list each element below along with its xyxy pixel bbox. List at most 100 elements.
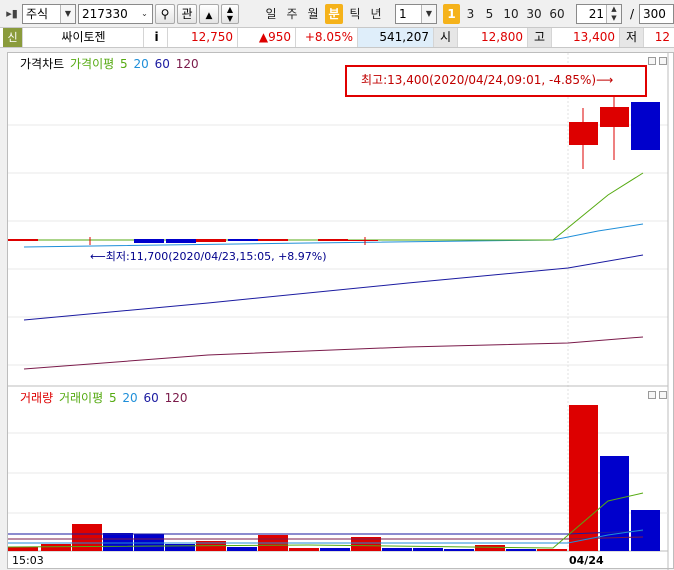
interval-select[interactable]: 1 ▼ (395, 4, 437, 24)
interval-30[interactable]: 30 (523, 4, 545, 24)
volume-legend-ma-label: 거래이평 (58, 391, 104, 405)
price-candle (569, 122, 598, 145)
volume-bar (631, 510, 660, 551)
market-select-value: 주식 (26, 7, 49, 21)
volume-panel-minimize-icon[interactable] (648, 391, 656, 399)
volume-bar (8, 547, 38, 551)
period-month[interactable]: 월 (304, 4, 322, 24)
toolbar: ▸▮ 주식 ▼ 217330 ⌄ ⚲ 관 ▲ ▲ ▼ 일 주 월 분 틱 년 1 … (0, 0, 674, 28)
price-candle (134, 239, 164, 243)
price-panel-bg (8, 53, 668, 385)
price-legend-ma20: 20 (133, 57, 149, 71)
volume-legend-ma5: 5 (108, 391, 117, 405)
volume-legend-ma60: 60 (143, 391, 159, 405)
price-candle (631, 102, 660, 150)
interval-60[interactable]: 60 (546, 4, 568, 24)
price-legend-ma60: 60 (154, 57, 170, 71)
price-legend-title: 가격차트 (20, 57, 65, 71)
volume-bar (475, 545, 505, 551)
quote-bar: 신 싸이토젠 i 12,750 ▲950 +8.05% 541,207 시 12… (0, 28, 674, 48)
volume-bar (227, 547, 257, 551)
price-panel-close-icon[interactable] (659, 57, 667, 65)
price-candle (258, 239, 288, 241)
new-badge: 신 (3, 28, 23, 47)
link-arrow-icon[interactable]: ▸▮ (3, 4, 21, 24)
volume-legend-title: 거래량 (20, 391, 54, 405)
open-price: 12,800 (458, 28, 528, 47)
price-candle (166, 239, 196, 243)
price-legend-ma-label: 가격이평 (70, 57, 115, 71)
high-price-annotation: 최고:13,400(2020/04/24,09:01, -4.85%)⟶ (345, 65, 647, 97)
volume-bar (289, 548, 319, 551)
chevron-down-icon[interactable]: ▼ (60, 5, 75, 23)
high-price: 13,400 (552, 28, 620, 47)
stock-code-value: 217330 (82, 7, 128, 21)
chart-svg[interactable] (8, 53, 674, 570)
info-button[interactable]: i (146, 28, 168, 47)
high-label: 고 (528, 28, 552, 47)
current-price: 12,750 (170, 28, 238, 47)
interval-3[interactable]: 3 (462, 4, 479, 24)
xaxis-date-label: 04/24 (569, 554, 604, 567)
interval-10[interactable]: 10 (500, 4, 522, 24)
volume-bar (165, 544, 195, 551)
chevron-down-icon[interactable]: ⌄ (137, 5, 152, 23)
xaxis-time-label: 15:03 (12, 554, 44, 567)
scroll-up-button[interactable]: ▲ (199, 4, 219, 24)
trade-volume: 541,207 (358, 28, 434, 47)
search-icon: ⚲ (160, 7, 170, 21)
double-up-icon: ▲ (205, 11, 213, 21)
period-week[interactable]: 주 (283, 4, 301, 24)
interval-5[interactable]: 5 (481, 4, 498, 24)
updown-spinner[interactable]: ▲ ▼ (221, 4, 239, 24)
period-year[interactable]: 년 (367, 4, 385, 24)
interest-button-label: 관 (181, 7, 193, 21)
change-percent: +8.05% (296, 28, 358, 47)
period-day[interactable]: 일 (262, 4, 280, 24)
interest-button[interactable]: 관 (177, 4, 197, 24)
stock-code-input[interactable]: 217330 ⌄ (78, 4, 153, 24)
price-candle (8, 239, 38, 241)
volume-bar (41, 544, 71, 551)
interval-1[interactable]: 1 (443, 4, 460, 24)
search-button[interactable]: ⚲ (155, 4, 175, 24)
volume-panel-close-icon[interactable] (659, 391, 667, 399)
updown-icon: ▲ ▼ (226, 5, 234, 23)
price-legend-ma120: 120 (175, 57, 199, 71)
count-input[interactable]: 21 ▲ ▼ (576, 4, 622, 24)
volume-bar (413, 548, 443, 551)
volume-bars (8, 405, 660, 551)
price-candle (348, 240, 378, 241)
price-legend-ma5: 5 (120, 57, 128, 71)
price-candle (318, 239, 348, 241)
volume-legend-ma20: 20 (122, 391, 138, 405)
volume-ma60-line (8, 530, 644, 535)
volume-bar (320, 548, 350, 551)
period-minute[interactable]: 분 (325, 4, 343, 24)
chevron-down-icon[interactable]: ▼ (421, 5, 436, 23)
interval-select-value: 1 (399, 7, 407, 21)
low-label: 저 (620, 28, 644, 47)
price-panel-minimize-icon[interactable] (648, 57, 656, 65)
stock-name: 싸이토젠 (24, 28, 144, 47)
total-count-input[interactable]: 300 (639, 4, 674, 24)
volume-bar (382, 548, 412, 551)
price-legend[interactable]: 가격차트 가격이평 5 20 60 120 (20, 57, 201, 71)
volume-bar (506, 549, 536, 551)
open-label: 시 (434, 28, 458, 47)
volume-bar (444, 549, 474, 551)
market-select[interactable]: 주식 ▼ (22, 4, 76, 24)
volume-legend-ma120: 120 (164, 391, 188, 405)
price-candle (196, 239, 226, 242)
volume-legend[interactable]: 거래량 거래이평 5 20 60 120 (20, 391, 190, 405)
total-count-value: 300 (643, 7, 666, 21)
count-value: 21 (588, 7, 604, 21)
period-tick[interactable]: 틱 (346, 4, 364, 24)
price-change: ▲950 (238, 28, 296, 47)
spinner-icon[interactable]: ▲ ▼ (606, 5, 621, 23)
price-candle (600, 107, 629, 127)
low-price-annotation: ⟵최저:11,700(2020/04/23,15:05, +8.97%) (90, 250, 327, 263)
volume-bar (537, 549, 567, 551)
chart-area[interactable]: 가격차트 가격이평 5 20 60 120 최고:13,400(2020/04/… (7, 52, 674, 570)
count-separator: / (629, 7, 635, 21)
